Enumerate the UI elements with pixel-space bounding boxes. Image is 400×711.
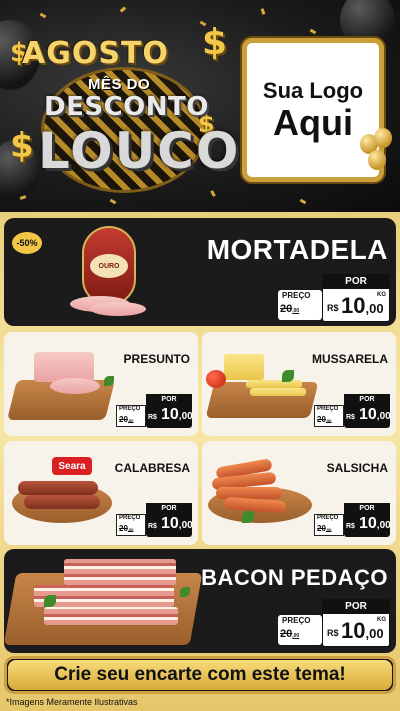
logo-line-2: Aqui bbox=[273, 102, 353, 144]
product-name: MUSSARELA bbox=[311, 352, 388, 366]
brand-label: OURO bbox=[90, 254, 128, 278]
price-tag: PREÇO 20,00 POR R$ 10,00 KG bbox=[278, 274, 390, 322]
new-price: R$ 10,00 KG bbox=[322, 288, 390, 322]
product-card-mortadela[interactable]: -50% OURO MORTADELA PREÇO 20,00 POR R$ 1… bbox=[4, 218, 396, 326]
title-agosto: AGOSTO bbox=[22, 36, 169, 71]
title-mes-do: MÊS DO bbox=[88, 76, 151, 93]
price-tag: PREÇO 20,00 POR R$ 10,00 bbox=[314, 394, 391, 428]
title-louco: LOUCO bbox=[38, 122, 241, 180]
price-tag: PREÇO 20,00 POR R$ 10,00 bbox=[116, 503, 193, 537]
flyer-page: $ $ $ $ AGOSTO MÊS DO DESCONTO LOUCO Sua… bbox=[0, 0, 400, 711]
product-card-calabresa[interactable]: Seara CALABRESA PREÇO 20,00 POR R$ 10,00 bbox=[4, 441, 198, 545]
cta-banner[interactable]: Crie seu encarte com este tema! bbox=[4, 656, 396, 694]
product-card-presunto[interactable]: PRESUNTO PREÇO 20,00 POR R$ 10,00 bbox=[4, 332, 198, 436]
por-label: POR bbox=[322, 274, 390, 288]
discount-badge: -50% bbox=[12, 232, 42, 254]
dollar-icon: $ bbox=[202, 22, 228, 63]
product-name: PRESUNTO bbox=[123, 352, 190, 366]
campaign-title: $ $ $ $ AGOSTO MÊS DO DESCONTO LOUCO bbox=[10, 22, 238, 190]
leaf-icon bbox=[104, 376, 114, 386]
product-name: SALSICHA bbox=[326, 461, 388, 475]
title-desconto: DESCONTO bbox=[44, 92, 209, 122]
old-price: 20,00 bbox=[280, 303, 300, 315]
tomato-icon bbox=[206, 370, 226, 388]
mussarela-image bbox=[224, 354, 264, 380]
product-name: MORTADELA bbox=[206, 234, 388, 265]
price-tag: PREÇO 20,00 POR R$ 10,00 bbox=[116, 394, 193, 428]
product-card-bacon[interactable]: BACON PEDAÇO PREÇO 20,00 POR R$ 10,00 KG bbox=[4, 549, 396, 653]
product-name: CALABRESA bbox=[114, 461, 190, 475]
bacon-image bbox=[64, 559, 176, 585]
price-tag: PREÇO 20,00 POR R$ 10,00 bbox=[314, 503, 391, 537]
leaf-icon bbox=[180, 587, 190, 597]
leaf-icon bbox=[44, 595, 56, 607]
product-card-mussarela[interactable]: MUSSARELA PREÇO 20,00 POR R$ 10,00 bbox=[202, 332, 396, 436]
logo-line-1: Sua Logo bbox=[262, 78, 364, 104]
header-banner: $ $ $ $ AGOSTO MÊS DO DESCONTO LOUCO Sua… bbox=[0, 0, 400, 215]
product-name: BACON PEDAÇO bbox=[201, 565, 388, 590]
price-tag: PREÇO 20,00 POR R$ 10,00 KG bbox=[278, 599, 390, 647]
leaf-icon bbox=[242, 511, 254, 523]
leaf-icon bbox=[282, 370, 294, 382]
gold-balloons-icon bbox=[356, 128, 396, 188]
calabresa-image bbox=[18, 481, 98, 495]
product-card-salsicha[interactable]: SALSICHA PREÇO 20,00 POR R$ 10,00 bbox=[202, 441, 396, 545]
mortadela-image: OURO bbox=[70, 226, 150, 318]
seara-logo: Seara bbox=[52, 457, 92, 475]
preco-label: PREÇO bbox=[282, 291, 311, 300]
cta-text: Crie seu encarte com este tema! bbox=[8, 660, 392, 690]
presunto-image bbox=[34, 352, 94, 382]
disclaimer-text: *Imagens Meramente Ilustrativas bbox=[6, 697, 138, 707]
dollar-icon: $ bbox=[10, 126, 34, 166]
